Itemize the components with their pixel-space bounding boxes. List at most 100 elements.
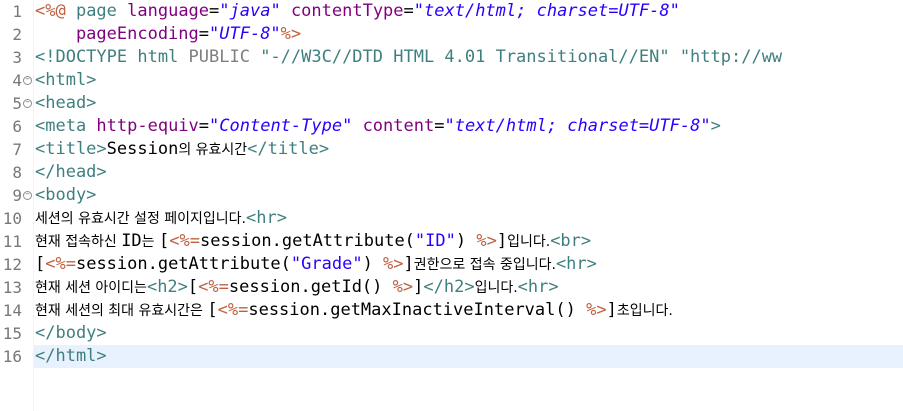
code-text[interactable]: [<%=session.getAttribute("Grade") %>]권한으… <box>34 253 903 276</box>
code-text[interactable]: <!DOCTYPE html PUBLIC "-//W3C//DTD HTML … <box>34 46 903 69</box>
line-number: 14 <box>2 301 22 320</box>
code-token: <hr> <box>246 208 287 228</box>
line-number: 13 <box>2 278 22 297</box>
code-token: <%= <box>45 254 76 274</box>
code-token: = <box>434 116 445 136</box>
code-token: <!DOCTYPE html <box>35 47 189 67</box>
code-token: 초입니다. <box>616 303 673 319</box>
code-token: ] <box>413 277 424 297</box>
code-text[interactable]: 현재 접속하신 ID는 [<%=session.getAttribute("ID… <box>34 230 903 253</box>
code-token: 세션의 유효시간 설정 페이지입니다. <box>35 211 246 227</box>
code-token: "-//W3C//DTD HTML 4.01 Transitional//EN"… <box>260 47 783 67</box>
fold-collapse-icon[interactable] <box>23 99 32 108</box>
code-token: </title> <box>247 139 330 159</box>
code-token: [ <box>159 231 170 251</box>
code-line[interactable]: 10 세션의 유효시간 설정 페이지입니다.<hr> <box>0 207 903 230</box>
code-token: http-equiv <box>96 116 199 136</box>
code-token: <html> <box>35 70 97 90</box>
code-token: ] <box>403 254 414 274</box>
code-line[interactable]: 12 [<%=session.getAttribute("Grade") %>]권… <box>0 253 903 276</box>
code-token: <%= <box>169 231 200 251</box>
code-line[interactable]: 16 </html> <box>0 345 903 368</box>
code-token: <hr> <box>517 277 559 297</box>
line-number: 11 <box>2 232 22 251</box>
code-token: session.getMaxInactiveInterval() <box>248 300 587 320</box>
code-token: <hr> <box>555 254 597 274</box>
code-line[interactable]: 3 <!DOCTYPE html PUBLIC "-//W3C//DTD HTML… <box>0 46 903 69</box>
code-token: 현재 접속하신 <box>35 234 122 250</box>
code-token: 의 유효시간 <box>178 142 248 158</box>
code-token: <%= <box>217 300 249 320</box>
code-text[interactable]: </html> <box>34 345 903 368</box>
code-token: %> <box>392 277 414 297</box>
code-text[interactable]: <head> <box>34 92 903 115</box>
fold-collapse-icon[interactable] <box>23 76 32 85</box>
code-token: contentType <box>280 1 404 21</box>
code-line[interactable]: 7 <title>Session의 유효시간</title> <box>0 138 903 161</box>
code-token: "java" <box>219 1 281 21</box>
code-text[interactable]: </head> <box>34 161 903 184</box>
code-line[interactable]: 2 pageEncoding="UTF-8"%> <box>0 23 903 46</box>
code-token: <h2> <box>146 277 188 297</box>
code-line[interactable]: 8 </head> <box>0 161 903 184</box>
code-token: content <box>352 116 435 136</box>
code-token: %> <box>476 231 497 251</box>
code-token: [ <box>35 254 46 274</box>
code-token: [ <box>187 277 199 297</box>
code-token: = <box>403 1 414 21</box>
code-token: </h2> <box>423 277 475 297</box>
code-token: "text/html; charset=UTF-8" <box>444 116 711 136</box>
code-token: ] <box>496 231 508 251</box>
code-token: </head> <box>35 162 107 182</box>
code-text[interactable]: <html> <box>34 69 903 92</box>
code-token: </html> <box>35 346 107 366</box>
code-token: %> <box>280 24 302 44</box>
code-text[interactable]: <body> <box>34 184 903 207</box>
code-line[interactable]: 4 <html> <box>0 69 903 92</box>
code-line[interactable]: 5 <head> <box>0 92 903 115</box>
code-text[interactable]: <title>Session의 유효시간</title> <box>34 138 903 161</box>
code-text[interactable]: 세션의 유효시간 설정 페이지입니다.<hr> <box>34 207 903 230</box>
code-token: <head> <box>35 93 97 113</box>
line-number: 8 <box>12 163 22 182</box>
code-token: language <box>127 1 210 21</box>
code-token: PUBLIC <box>188 47 261 67</box>
code-line[interactable]: 1 <%@ page language="java" contentType="t… <box>0 0 903 23</box>
code-line[interactable]: 9 <body> <box>0 184 903 207</box>
code-text[interactable]: pageEncoding="UTF-8"%> <box>34 23 903 46</box>
line-number: 1 <box>12 2 22 21</box>
code-token: "Grade" <box>290 254 363 274</box>
line-number: 7 <box>12 140 22 159</box>
line-number: 9 <box>12 186 22 205</box>
code-text[interactable]: </body> <box>34 322 903 345</box>
code-line[interactable]: 13 현재 세션 아이디는<h2>[<%=session.getId() %>]<… <box>0 276 903 299</box>
code-text[interactable]: <%@ page language="java" contentType="te… <box>34 0 903 23</box>
code-line[interactable]: 15 </body> <box>0 322 903 345</box>
code-token: <body> <box>35 185 97 205</box>
code-token: session.getId() <box>228 277 393 297</box>
line-number: 3 <box>12 48 22 67</box>
code-token: session.getAttribute( <box>75 254 291 274</box>
code-text[interactable]: 현재 세션의 최대 유효시간은 [<%=session.getMaxInacti… <box>34 299 903 322</box>
code-line[interactable]: 14 현재 세션의 최대 유효시간은 [<%=session.getMaxInac… <box>0 299 903 322</box>
line-number: 12 <box>2 255 22 274</box>
code-token: %> <box>586 300 607 320</box>
line-number: 2 <box>12 25 22 44</box>
code-token: "UTF-8" <box>209 24 281 44</box>
code-token: 는 <box>141 234 160 250</box>
fold-collapse-icon[interactable] <box>23 191 32 200</box>
code-token: <br> <box>550 231 592 251</box>
code-token: <%@ <box>35 1 76 21</box>
line-number: 10 <box>2 209 22 228</box>
code-token: > <box>710 116 721 136</box>
code-text[interactable]: 현재 세션 아이디는<h2>[<%=session.getId() %>]</h… <box>34 276 903 299</box>
line-number: 4 <box>12 71 22 90</box>
code-line[interactable]: 11 현재 접속하신 ID는 [<%=session.getAttribute("… <box>0 230 903 253</box>
code-token: ] <box>606 300 617 320</box>
code-line[interactable]: 6 <meta http-equiv="Content-Type" content… <box>0 115 903 138</box>
code-token: </body> <box>35 323 107 343</box>
code-token: = <box>209 1 220 21</box>
code-token: "ID" <box>414 231 456 251</box>
code-editor[interactable]: 1 <%@ page language="java" contentType="t… <box>0 0 903 411</box>
code-text[interactable]: <meta http-equiv="Content-Type" content=… <box>34 115 903 138</box>
